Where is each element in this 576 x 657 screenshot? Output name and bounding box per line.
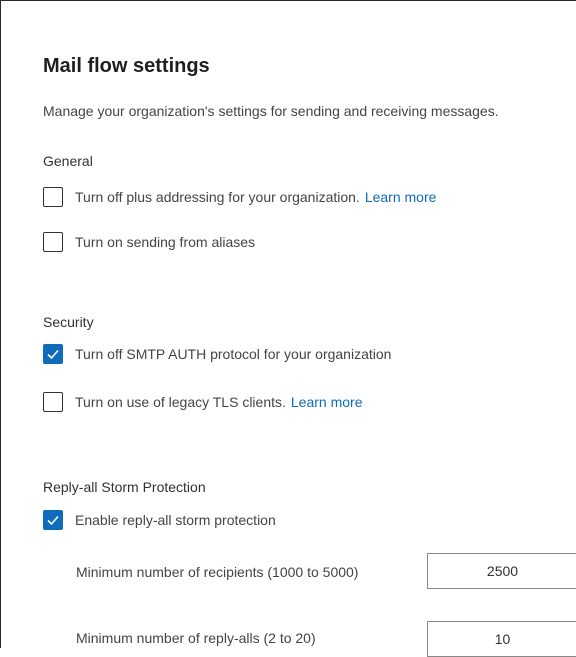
reply-all-enable-label: Enable reply-all storm protection (75, 512, 276, 528)
checkmark-icon (47, 349, 59, 360)
smtp-auth-checkbox[interactable] (43, 344, 63, 364)
section-heading-security: Security (43, 314, 94, 330)
min-recipients-label: Minimum number of recipients (1000 to 50… (76, 564, 359, 580)
legacy-tls-row: Turn on use of legacy TLS clients. Learn… (43, 392, 362, 412)
send-from-aliases-row: Turn on sending from aliases (43, 232, 255, 252)
plus-addressing-label: Turn off plus addressing for your organi… (75, 189, 360, 205)
section-heading-general: General (43, 153, 93, 169)
mail-flow-settings-panel: Mail flow settings Manage your organizat… (0, 0, 576, 657)
reply-all-enable-checkbox[interactable] (43, 510, 63, 530)
legacy-tls-checkbox[interactable] (43, 392, 63, 412)
legacy-tls-learn-more-link[interactable]: Learn more (291, 394, 363, 410)
legacy-tls-label: Turn on use of legacy TLS clients. (75, 394, 286, 410)
smtp-auth-row: Turn off SMTP AUTH protocol for your org… (43, 344, 391, 364)
send-from-aliases-checkbox[interactable] (43, 232, 63, 252)
plus-addressing-row: Turn off plus addressing for your organi… (43, 187, 436, 207)
page-title: Mail flow settings (43, 55, 210, 77)
section-heading-reply-all: Reply-all Storm Protection (43, 479, 206, 495)
plus-addressing-learn-more-link[interactable]: Learn more (365, 189, 437, 205)
min-reply-alls-label: Minimum number of reply-alls (2 to 20) (76, 630, 316, 646)
checkmark-icon (47, 515, 59, 526)
plus-addressing-checkbox[interactable] (43, 187, 63, 207)
page-description: Manage your organization's settings for … (43, 103, 499, 119)
min-reply-alls-input[interactable] (427, 621, 576, 657)
reply-all-enable-row: Enable reply-all storm protection (43, 510, 276, 530)
send-from-aliases-label: Turn on sending from aliases (75, 234, 256, 250)
min-recipients-input[interactable] (427, 553, 576, 589)
smtp-auth-label: Turn off SMTP AUTH protocol for your org… (75, 346, 392, 362)
